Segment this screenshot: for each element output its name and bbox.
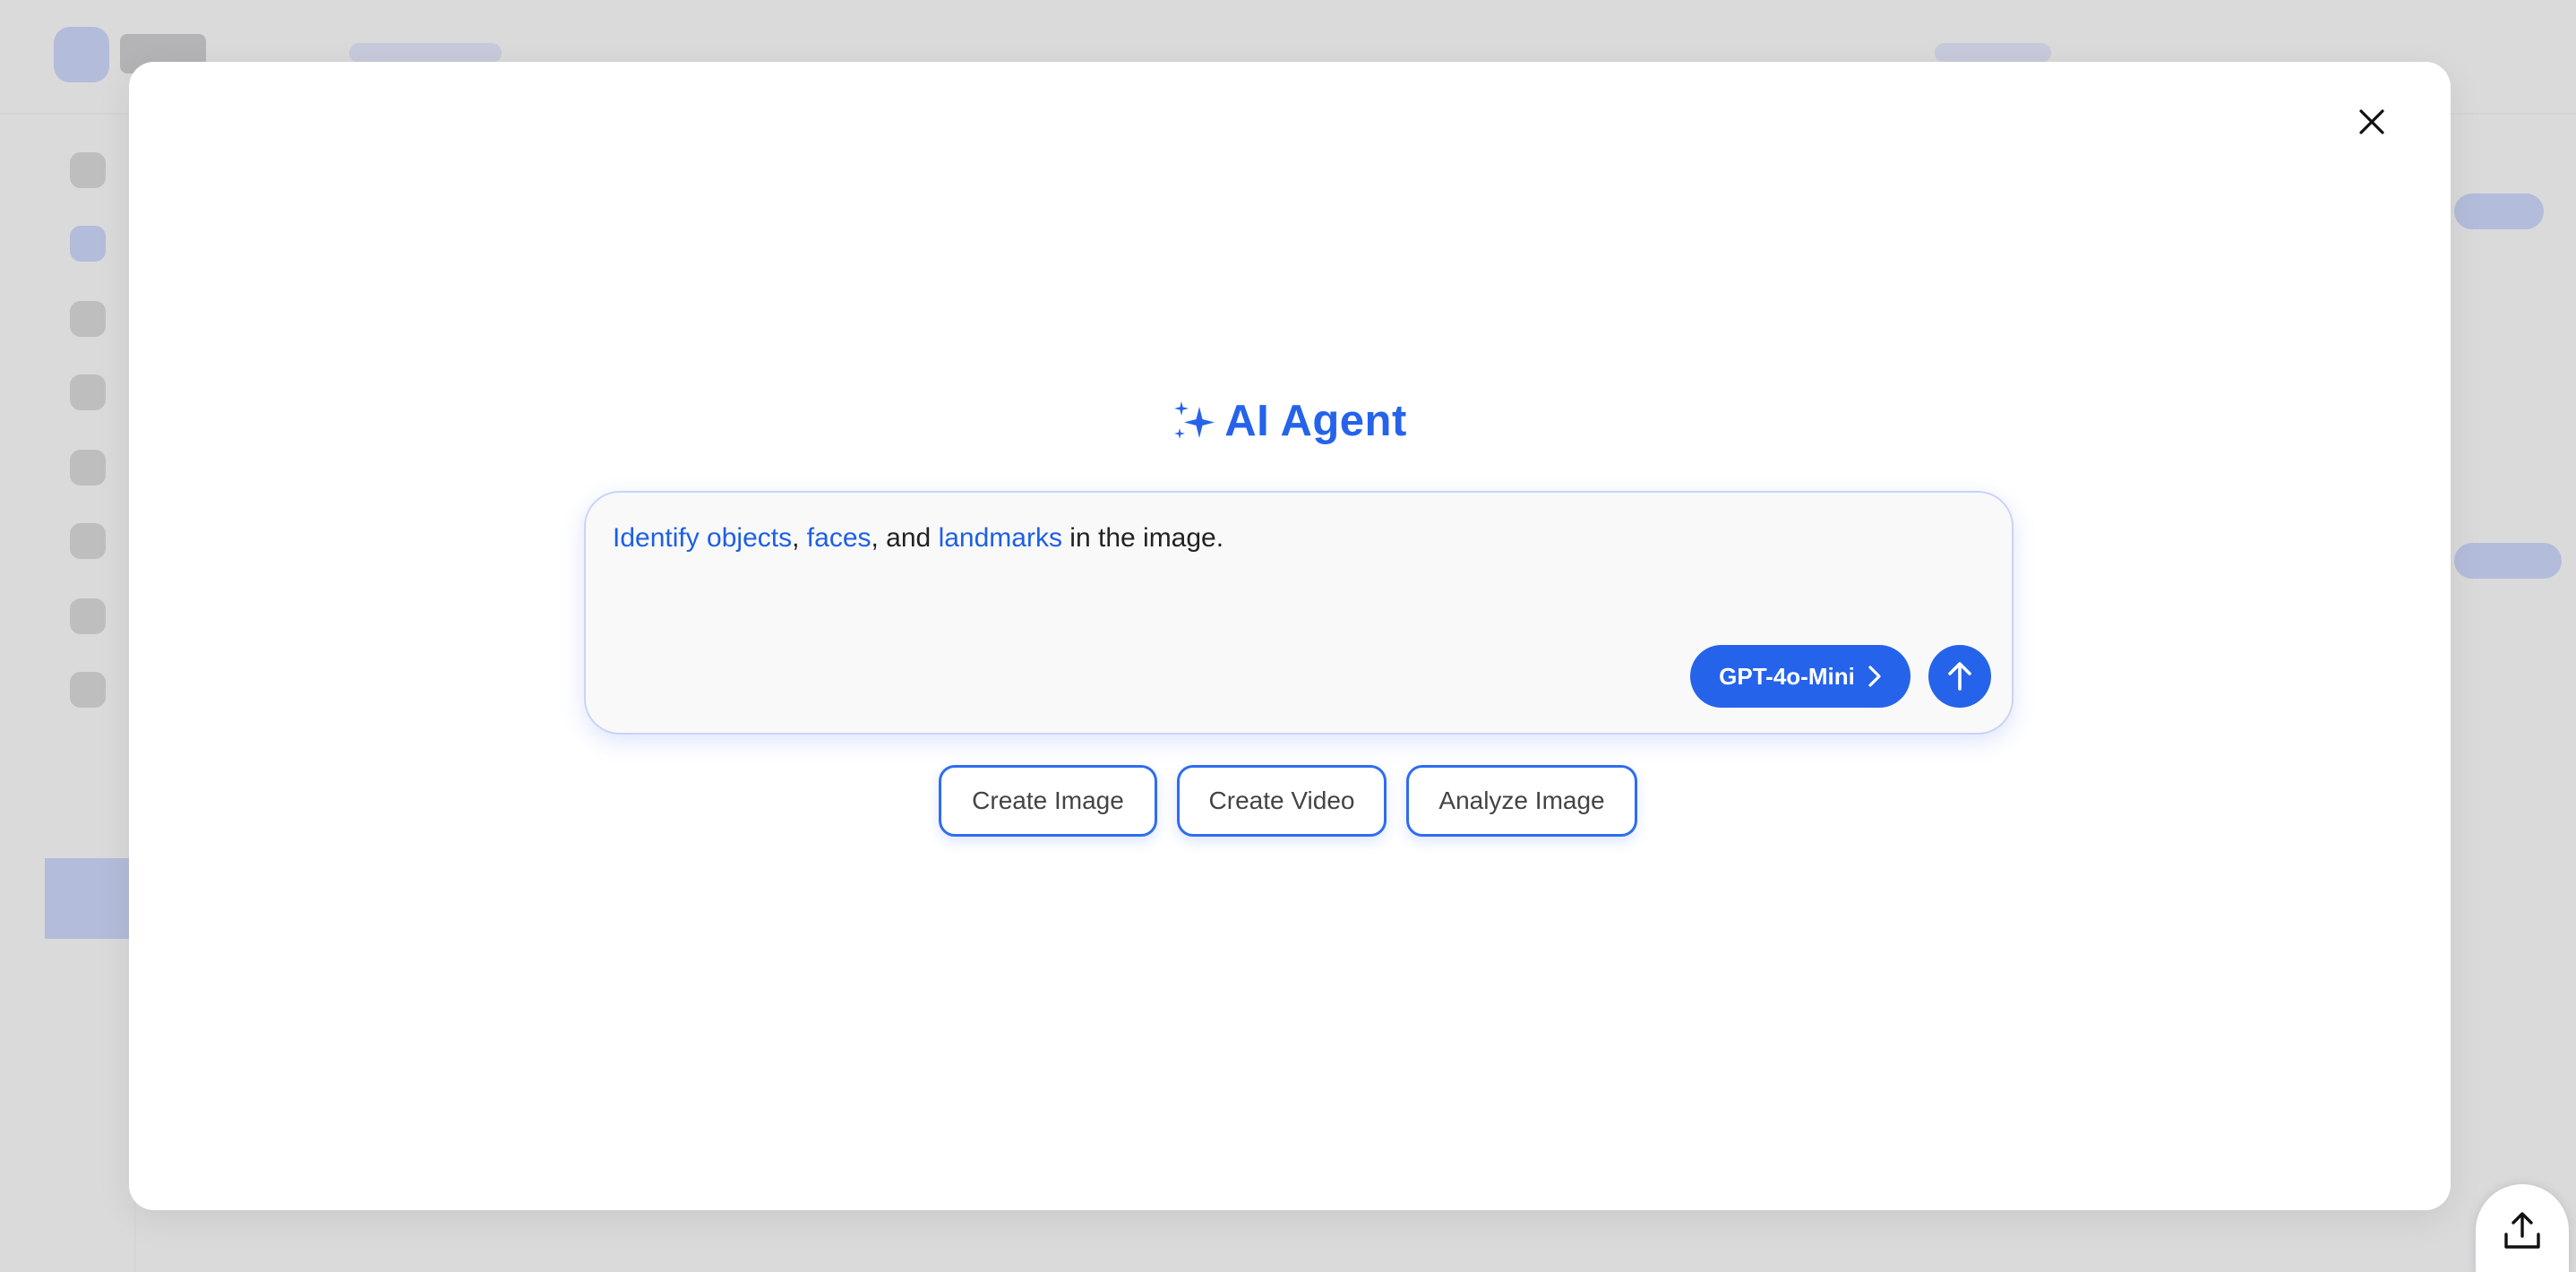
prompt-text-segment: , and <box>871 523 939 553</box>
close-icon <box>2359 109 2384 134</box>
suggestion-chips: Create Image Create Video Analyze Image <box>0 765 2576 837</box>
background-nav-pill <box>1935 43 2051 63</box>
background-sidebar-icon <box>70 301 106 337</box>
sparkles-icon <box>1174 401 1215 439</box>
create-image-button[interactable]: Create Image <box>939 765 1157 837</box>
background-sidebar <box>0 113 136 1272</box>
prompt-keyword-landmarks[interactable]: landmarks <box>939 523 1062 553</box>
prompt-text[interactable]: Identify objects, faces, and landmarks i… <box>613 523 1224 554</box>
model-selector-button[interactable]: GPT-4o-Mini <box>1690 645 1911 708</box>
send-button[interactable] <box>1928 645 1991 708</box>
background-chip <box>2454 543 2562 579</box>
upload-button[interactable] <box>2476 1184 2569 1272</box>
model-label: GPT-4o-Mini <box>1719 662 1855 690</box>
background-sidebar-icon <box>70 672 106 708</box>
background-logo <box>54 27 109 82</box>
background-sidebar-icon <box>70 152 106 188</box>
modal-header: AI Agent <box>0 394 2576 448</box>
background-sidebar-icon <box>70 598 106 634</box>
background-sidebar-icon <box>70 450 106 486</box>
background-active-item <box>45 858 134 939</box>
prompt-input[interactable]: Identify objects, faces, and landmarks i… <box>584 491 2014 735</box>
prompt-keyword-faces[interactable]: faces <box>807 523 872 553</box>
prompt-keyword-objects[interactable]: Identify objects <box>613 523 792 553</box>
chevron-right-icon <box>1868 666 1881 687</box>
prompt-text-segment: , <box>792 523 807 553</box>
arrow-up-icon <box>1948 662 1971 691</box>
close-button[interactable] <box>2350 100 2393 143</box>
background-sidebar-icon <box>70 523 106 559</box>
background-sidebar-icon <box>70 226 106 262</box>
prompt-text-segment: in the image. <box>1061 523 1224 553</box>
create-video-button[interactable]: Create Video <box>1177 765 1387 837</box>
background-nav-pill <box>349 43 502 63</box>
modal-title: AI Agent <box>1224 397 1407 445</box>
background-chip <box>2454 193 2544 229</box>
upload-icon <box>2504 1212 2540 1249</box>
analyze-image-button[interactable]: Analyze Image <box>1406 765 1637 837</box>
